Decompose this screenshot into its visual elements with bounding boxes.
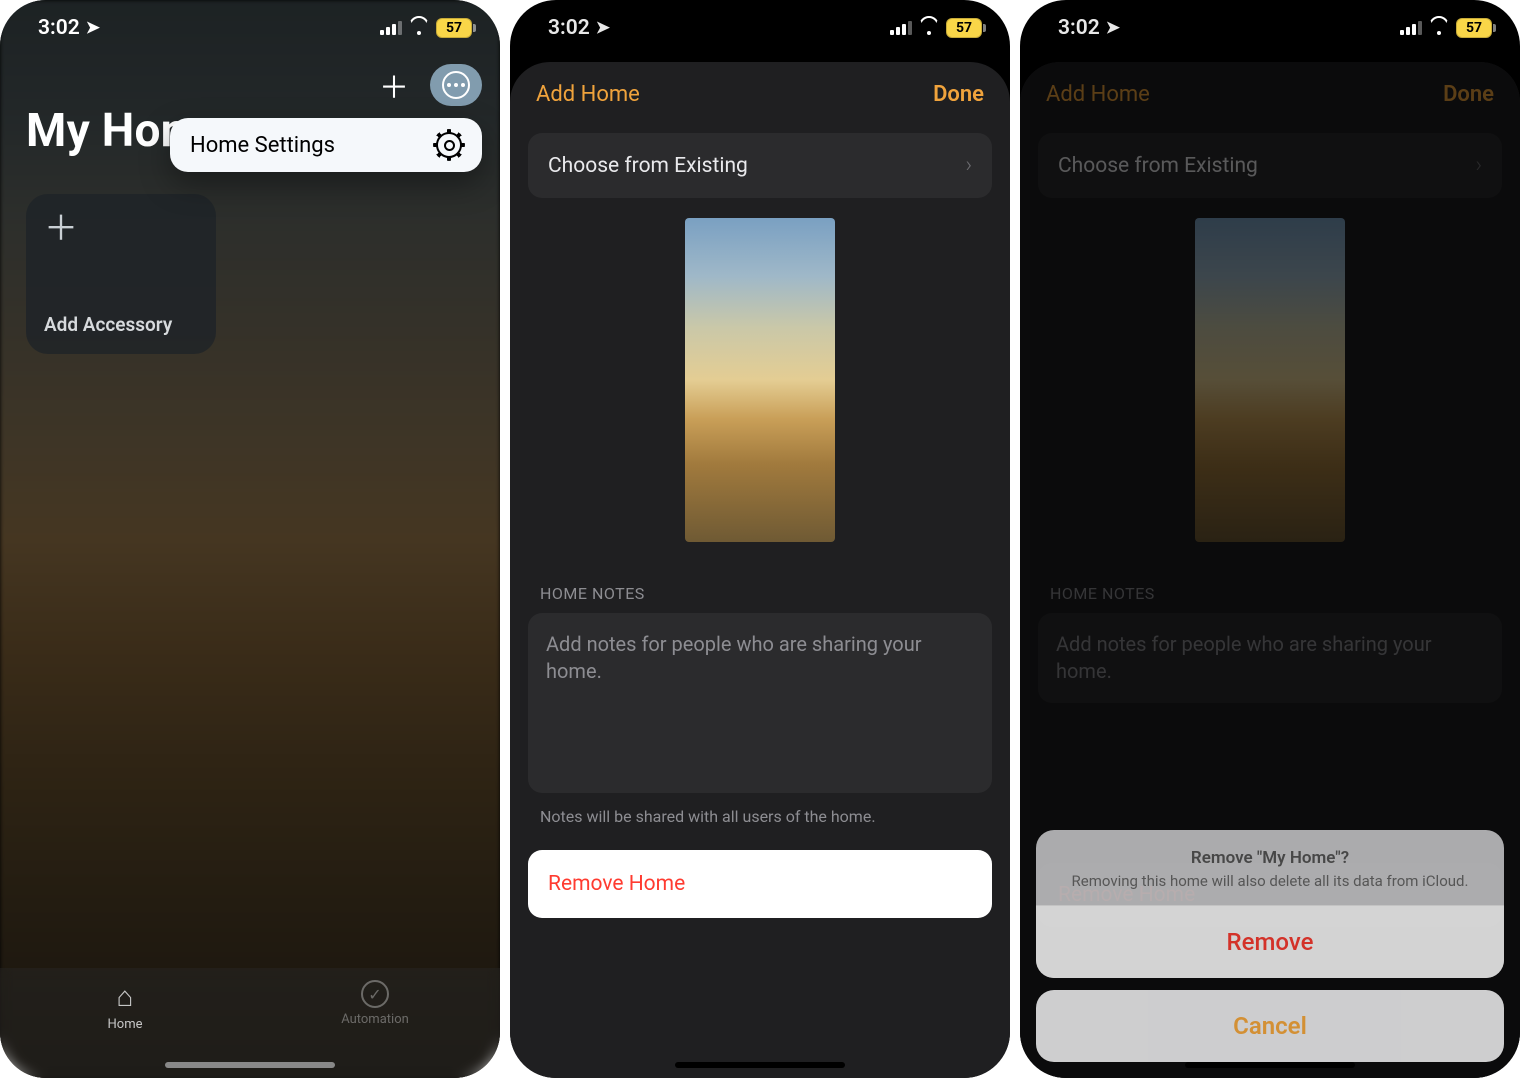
button-label: Remove Home	[548, 872, 685, 896]
screen-1-home: 3:02 ➤ 57 ＋ My Hon Home Settings ＋ Add A…	[0, 0, 500, 1078]
tab-label: Automation	[341, 1012, 409, 1027]
tile-label: Add Accessory	[44, 313, 198, 336]
battery-icon: 57	[436, 18, 472, 38]
location-icon: ➤	[86, 18, 100, 38]
settings-sheet: Add Home Done Choose from Existing › HOM…	[1020, 62, 1520, 1078]
remove-home-button[interactable]: Remove Home	[528, 850, 992, 918]
plus-icon: ＋	[44, 212, 198, 246]
location-icon: ➤	[1106, 18, 1120, 38]
notes-textarea[interactable]: Add notes for people who are sharing you…	[528, 613, 992, 793]
screen-3-confirm: 3:02 ➤ 57 Add Home Done Choose from Exis…	[1020, 0, 1520, 1078]
button-label: Remove	[1227, 928, 1314, 956]
action-sheet-message: Removing this home will also delete all …	[1056, 872, 1484, 892]
home-indicator[interactable]	[675, 1062, 845, 1068]
remove-confirm-button[interactable]: Remove	[1036, 905, 1504, 978]
wallpaper-preview[interactable]	[685, 218, 835, 542]
battery-icon: 57	[946, 18, 982, 38]
chevron-right-icon: ›	[965, 153, 972, 178]
done-button[interactable]: Done	[933, 82, 984, 107]
sheet-header: Add Home Done	[510, 62, 1010, 127]
home-indicator[interactable]	[165, 1062, 335, 1068]
status-bar: 3:02 ➤ 57	[510, 0, 1010, 56]
action-sheet-group: Remove "My Home"? Removing this home wil…	[1036, 830, 1504, 979]
wifi-icon	[409, 20, 429, 36]
wifi-icon	[1429, 20, 1449, 36]
status-bar: 3:02 ➤ 57	[1020, 0, 1520, 56]
cellular-icon	[890, 21, 912, 35]
ellipsis-icon	[442, 71, 470, 99]
section-header: HOME NOTES	[510, 550, 1010, 609]
tab-home[interactable]: ⌂ Home	[0, 980, 250, 1032]
tab-automation[interactable]: ✓ Automation	[250, 980, 500, 1027]
action-sheet: Remove "My Home"? Removing this home wil…	[1036, 830, 1504, 1063]
status-bar: 3:02 ➤ 57	[0, 0, 500, 56]
location-icon: ➤	[596, 18, 610, 38]
cellular-icon	[1400, 21, 1422, 35]
action-sheet-header: Remove "My Home"? Removing this home wil…	[1036, 830, 1504, 906]
menu-item-label: Home Settings	[190, 133, 335, 158]
more-button[interactable]	[430, 64, 482, 106]
wifi-icon	[919, 20, 939, 36]
status-time: 3:02	[1058, 16, 1100, 40]
add-accessory-tile[interactable]: ＋ Add Accessory	[26, 194, 216, 354]
add-home-link[interactable]: Add Home	[536, 82, 640, 107]
choose-existing-cell[interactable]: Choose from Existing ›	[528, 133, 992, 198]
notes-footer: Notes will be shared with all users of t…	[510, 793, 1010, 826]
home-settings-menu-item[interactable]: Home Settings	[170, 118, 482, 172]
house-icon: ⌂	[117, 980, 134, 1013]
cellular-icon	[380, 21, 402, 35]
action-sheet-title: Remove "My Home"?	[1056, 848, 1484, 868]
status-time: 3:02	[548, 16, 590, 40]
cell-label: Choose from Existing	[548, 154, 748, 178]
wallpaper-preview-wrap	[510, 198, 1010, 550]
status-time: 3:02	[38, 16, 80, 40]
gear-icon	[436, 132, 462, 158]
add-icon[interactable]: ＋	[376, 67, 412, 103]
battery-icon: 57	[1456, 18, 1492, 38]
cancel-button[interactable]: Cancel	[1036, 990, 1504, 1062]
tab-label: Home	[108, 1017, 143, 1032]
automation-icon: ✓	[361, 980, 389, 1008]
screen-2-settings: 3:02 ➤ 57 Add Home Done Choose from Exis…	[510, 0, 1010, 1078]
page-title: My Hon	[26, 104, 187, 158]
button-label: Cancel	[1233, 1012, 1307, 1040]
settings-sheet: Add Home Done Choose from Existing › HOM…	[510, 62, 1010, 1078]
notes-placeholder: Add notes for people who are sharing you…	[546, 632, 922, 683]
